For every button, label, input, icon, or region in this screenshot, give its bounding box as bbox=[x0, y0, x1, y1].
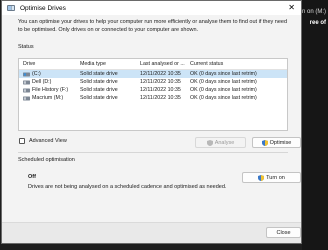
defrag-app-icon bbox=[7, 5, 15, 11]
shield-icon bbox=[258, 174, 265, 181]
shield-icon bbox=[261, 139, 268, 146]
media-type: Solid state drive bbox=[80, 79, 118, 85]
close-label: Close bbox=[276, 229, 291, 236]
last-analysed: 12/11/2022 10:35 bbox=[140, 79, 181, 85]
drive-row[interactable]: (C:) Solid state drive 12/11/2022 10:35 … bbox=[19, 70, 287, 78]
analyse-button[interactable]: Analyse bbox=[195, 137, 246, 148]
current-status: OK (0 days since last retrim) bbox=[190, 71, 257, 77]
advanced-view-checkbox[interactable] bbox=[19, 138, 25, 144]
column-header-media-type[interactable]: Media type bbox=[80, 61, 106, 67]
divider bbox=[18, 152, 288, 153]
drive-icon bbox=[23, 96, 30, 100]
last-analysed: 12/11/2022 10:35 bbox=[140, 95, 181, 101]
optimise-drives-window: Optimise Drives ✕ You can optimise your … bbox=[1, 0, 302, 244]
drive-row[interactable]: File History (F:) Solid state drive 12/1… bbox=[19, 86, 287, 94]
analyse-label: Analyse bbox=[214, 139, 235, 146]
dialog-footer: Close bbox=[2, 222, 301, 243]
drive-name: File History (F:) bbox=[32, 87, 69, 93]
status-label: Status bbox=[18, 44, 34, 50]
drive-icon bbox=[23, 88, 30, 92]
drives-list[interactable]: Drive Media type Last analysed or ... Cu… bbox=[18, 58, 288, 131]
scheduled-optimisation-label: Scheduled optimisation bbox=[18, 157, 75, 163]
last-analysed: 12/11/2022 10:35 bbox=[140, 71, 181, 77]
drive-icon bbox=[23, 72, 30, 76]
drive-icon bbox=[23, 80, 30, 84]
column-header-current-status[interactable]: Current status bbox=[190, 61, 223, 67]
shield-icon bbox=[206, 139, 213, 146]
drive-row[interactable]: Macrium (M:) Solid state drive 12/11/202… bbox=[19, 94, 287, 102]
current-status: OK (0 days since last retrim) bbox=[190, 79, 257, 85]
optimise-button[interactable]: Optimise bbox=[252, 137, 301, 148]
description-text: You can optimise your drives to help you… bbox=[18, 19, 288, 33]
media-type: Solid state drive bbox=[80, 71, 118, 77]
close-icon[interactable]: ✕ bbox=[288, 3, 295, 13]
list-header: Drive Media type Last analysed or ... Cu… bbox=[19, 59, 287, 70]
drive-name: Dell (D:) bbox=[32, 79, 52, 85]
column-header-last-analysed[interactable]: Last analysed or ... bbox=[140, 61, 185, 67]
window-title: Optimise Drives bbox=[20, 4, 66, 12]
schedule-description: Drives are not being analysed on a sched… bbox=[28, 184, 227, 190]
current-status: OK (0 days since last retrim) bbox=[190, 95, 257, 101]
last-analysed: 12/11/2022 10:35 bbox=[140, 87, 181, 93]
media-type: Solid state drive bbox=[80, 87, 118, 93]
schedule-state: Off bbox=[28, 174, 36, 180]
drive-row[interactable]: Dell (D:) Solid state drive 12/11/2022 1… bbox=[19, 78, 287, 86]
background-window: Turn on (M:) ree of bbox=[293, 0, 328, 250]
turn-on-button[interactable]: Turn on bbox=[242, 172, 301, 183]
current-status: OK (0 days since last retrim) bbox=[190, 87, 257, 93]
drive-name: (C:) bbox=[32, 71, 41, 77]
column-header-drive[interactable]: Drive bbox=[23, 61, 35, 67]
turn-on-label: Turn on bbox=[266, 174, 285, 181]
close-button[interactable]: Close bbox=[266, 227, 301, 238]
title-bar[interactable]: Optimise Drives ✕ bbox=[2, 1, 301, 15]
background-text: ree of bbox=[309, 20, 326, 26]
drive-name: Macrium (M:) bbox=[32, 95, 64, 101]
optimise-label: Optimise bbox=[269, 139, 292, 146]
media-type: Solid state drive bbox=[80, 95, 118, 101]
advanced-view-label[interactable]: Advanced View bbox=[29, 138, 67, 144]
